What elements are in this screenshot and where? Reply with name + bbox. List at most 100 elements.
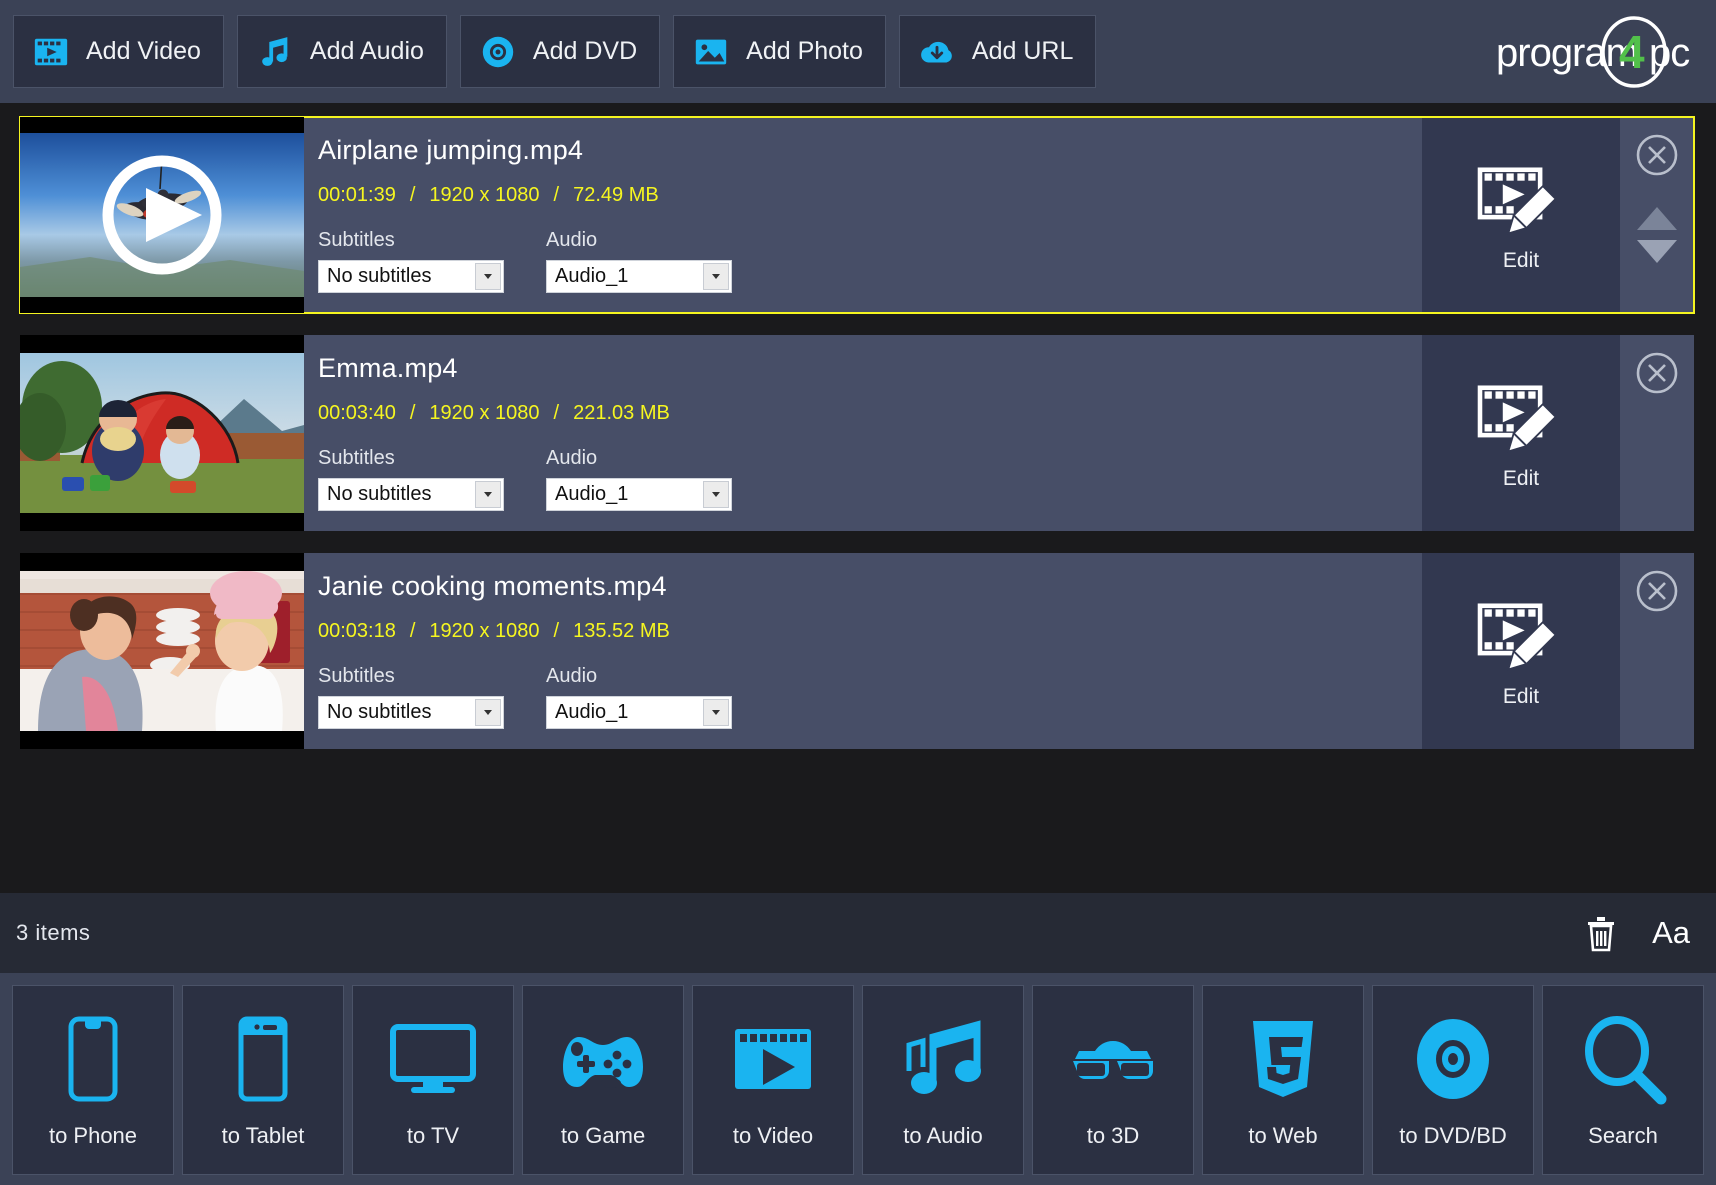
spec-separator: /: [410, 184, 416, 207]
file-meta: Janie cooking moments.mp4 00:03:18 / 192…: [304, 553, 1422, 749]
close-icon[interactable]: [1635, 569, 1679, 613]
audio-select[interactable]: Audio_1: [546, 260, 732, 293]
audio-value: Audio_1: [547, 265, 628, 288]
profile-to-audio[interactable]: to Audio: [862, 985, 1024, 1175]
chevron-down-icon[interactable]: [475, 699, 501, 726]
profile-label: to Audio: [903, 1123, 983, 1149]
track-selectors: Subtitles No subtitles Audio Audio_1: [318, 665, 1422, 729]
add-audio-button[interactable]: Add Audio: [237, 15, 447, 88]
magnifier-icon: [1575, 1011, 1671, 1107]
subtitles-value: No subtitles: [319, 265, 432, 288]
add-url-button[interactable]: Add URL: [899, 15, 1096, 88]
svg-text:program: program: [1496, 31, 1638, 75]
close-icon[interactable]: [1635, 351, 1679, 395]
profile-to-tv[interactable]: to TV: [352, 985, 514, 1175]
subtitles-label: Subtitles: [318, 665, 504, 688]
file-size: 72.49 MB: [573, 184, 659, 207]
profile-search[interactable]: Search: [1542, 985, 1704, 1175]
film-strip-icon: [32, 33, 70, 71]
file-meta: Airplane jumping.mp4 00:01:39 / 1920 x 1…: [304, 117, 1422, 313]
edit-label: Edit: [1503, 467, 1539, 491]
svg-text:4: 4: [1619, 26, 1645, 78]
close-icon[interactable]: [1635, 133, 1679, 177]
subtitles-select[interactable]: No subtitles: [318, 696, 504, 729]
profile-label: to TV: [407, 1123, 459, 1149]
file-list-row[interactable]: Airplane jumping.mp4 00:01:39 / 1920 x 1…: [20, 117, 1694, 313]
profile-to-video[interactable]: to Video: [692, 985, 854, 1175]
music-note-icon: [256, 33, 294, 71]
html5-icon: [1235, 1011, 1331, 1107]
svg-text:pc: pc: [1649, 31, 1689, 75]
video-thumbnail[interactable]: [20, 553, 304, 749]
file-duration: 00:03:18: [318, 620, 396, 643]
3d-glasses-icon: [1065, 1011, 1161, 1107]
video-thumbnail[interactable]: [20, 335, 304, 531]
file-name: Emma.mp4: [318, 353, 1422, 384]
edit-label: Edit: [1503, 685, 1539, 709]
file-list-row[interactable]: Emma.mp4 00:03:40 / 1920 x 1080 / 221.03…: [20, 335, 1694, 531]
cloud-download-icon: [918, 33, 956, 71]
audio-select[interactable]: Audio_1: [546, 478, 732, 511]
chevron-down-icon[interactable]: [703, 699, 729, 726]
profile-label: to Tablet: [222, 1123, 305, 1149]
subtitles-select[interactable]: No subtitles: [318, 478, 504, 511]
phone-icon: [45, 1011, 141, 1107]
add-dvd-label: Add DVD: [533, 37, 637, 66]
edit-button[interactable]: Edit: [1422, 553, 1620, 749]
audio-select[interactable]: Audio_1: [546, 696, 732, 729]
row-controls: [1620, 553, 1694, 749]
camping-kids-thumbnail-image: [20, 335, 304, 531]
edit-button[interactable]: Edit: [1422, 117, 1620, 313]
profile-label: to Web: [1248, 1123, 1317, 1149]
spec-separator: /: [410, 620, 416, 643]
profile-to-dvd-bd[interactable]: to DVD/BD: [1372, 985, 1534, 1175]
cooking-thumbnail-image: [20, 553, 304, 749]
subtitles-value: No subtitles: [319, 483, 432, 506]
file-name: Airplane jumping.mp4: [318, 135, 1422, 166]
music-notes-icon: [895, 1011, 991, 1107]
file-specs: 00:03:40 / 1920 x 1080 / 221.03 MB: [318, 402, 1422, 425]
edit-button[interactable]: Edit: [1422, 335, 1620, 531]
chevron-down-icon[interactable]: [703, 481, 729, 508]
track-selectors: Subtitles No subtitles Audio Audio_1: [318, 447, 1422, 511]
file-meta: Emma.mp4 00:03:40 / 1920 x 1080 / 221.03…: [304, 335, 1422, 531]
audio-group: Audio Audio_1: [546, 665, 732, 729]
chevron-down-icon[interactable]: [703, 263, 729, 290]
profile-label: to Video: [733, 1123, 813, 1149]
profile-to-web[interactable]: to Web: [1202, 985, 1364, 1175]
file-name: Janie cooking moments.mp4: [318, 571, 1422, 602]
file-duration: 00:03:40: [318, 402, 396, 425]
tv-icon: [385, 1011, 481, 1107]
track-selectors: Subtitles No subtitles Audio Audio_1: [318, 229, 1422, 293]
profile-label: to Game: [561, 1123, 645, 1149]
subtitles-label: Subtitles: [318, 229, 504, 252]
disc-icon: [1405, 1011, 1501, 1107]
profile-to-3d[interactable]: to 3D: [1032, 985, 1194, 1175]
audio-value: Audio_1: [547, 701, 628, 724]
file-list-row[interactable]: Janie cooking moments.mp4 00:03:18 / 192…: [20, 553, 1694, 749]
audio-label: Audio: [546, 447, 732, 470]
edit-video-icon: [1475, 593, 1567, 675]
subtitles-select[interactable]: No subtitles: [318, 260, 504, 293]
audio-group: Audio Audio_1: [546, 229, 732, 293]
profile-label: to DVD/BD: [1399, 1123, 1507, 1149]
chevron-down-icon[interactable]: [475, 481, 501, 508]
trash-icon[interactable]: [1584, 914, 1618, 952]
font-size-button[interactable]: Aa: [1652, 915, 1690, 951]
add-dvd-button[interactable]: Add DVD: [460, 15, 660, 88]
profile-to-tablet[interactable]: to Tablet: [182, 985, 344, 1175]
play-overlay-icon[interactable]: [20, 117, 304, 313]
profile-to-phone[interactable]: to Phone: [12, 985, 174, 1175]
profile-to-game[interactable]: to Game: [522, 985, 684, 1175]
file-resolution: 1920 x 1080: [429, 184, 539, 207]
video-thumbnail[interactable]: [20, 117, 304, 313]
file-specs: 00:03:18 / 1920 x 1080 / 135.52 MB: [318, 620, 1422, 643]
add-photo-button[interactable]: Add Photo: [673, 15, 886, 88]
add-video-button[interactable]: Add Video: [13, 15, 224, 88]
profile-label: Search: [1588, 1123, 1658, 1149]
move-up-icon[interactable]: [1634, 203, 1680, 233]
chevron-down-icon[interactable]: [475, 263, 501, 290]
spec-separator: /: [410, 402, 416, 425]
move-down-icon[interactable]: [1634, 237, 1680, 267]
output-profile-bar: to Phone to Tablet to TV to Gam: [0, 973, 1716, 1185]
